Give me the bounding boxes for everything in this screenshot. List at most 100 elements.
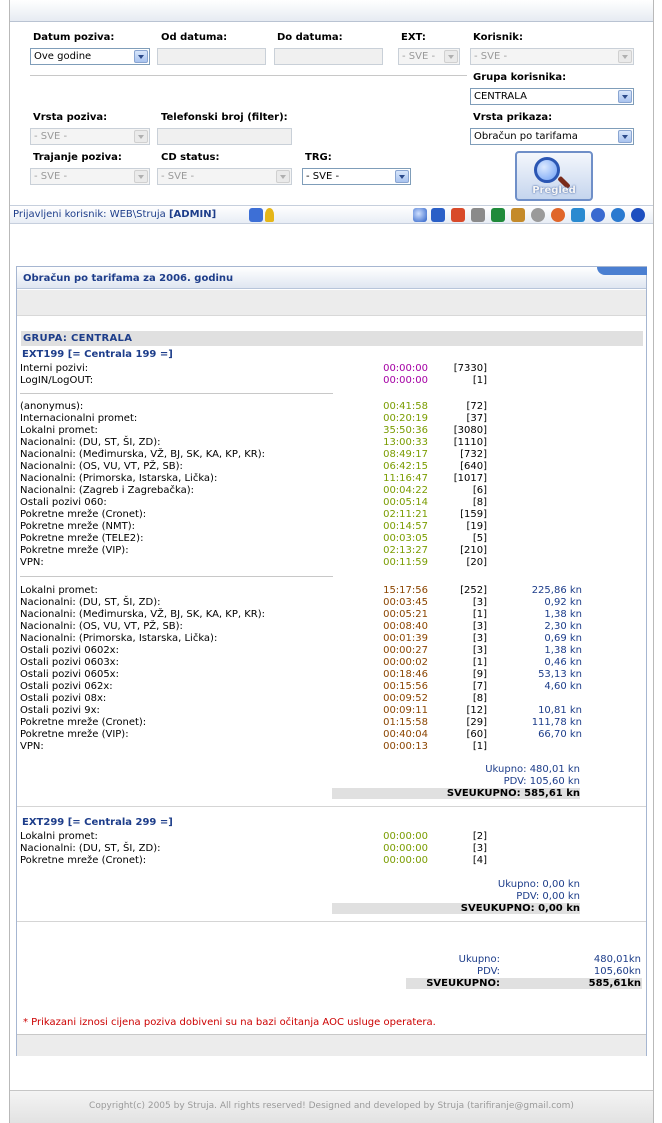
row-duration: 15:17:56 (383, 585, 428, 596)
row-count: [5] (472, 533, 487, 544)
excel-icon[interactable] (491, 208, 505, 222)
chevron-down-icon (618, 130, 632, 143)
row-name: Pokretne mreže (NMT): (20, 521, 135, 532)
table-row: Ostali pozivi 0603x: 00:00:02 [1] 0,46 kn (20, 657, 595, 669)
row-duration: 02:11:21 (383, 509, 428, 520)
report-panel: Obračun po tarifama za 2006. godinu GRUP… (16, 266, 647, 1056)
row-count: [1] (472, 375, 487, 386)
chevron-down-icon (134, 130, 148, 143)
row-duration: 00:18:46 (383, 669, 428, 680)
row-duration: 00:20:19 (383, 413, 428, 424)
row-duration: 00:05:21 (383, 609, 428, 620)
book-icon[interactable] (431, 208, 445, 222)
row-count: [6] (472, 485, 487, 496)
switch-user-icon[interactable] (249, 208, 263, 222)
od-datuma-input[interactable] (157, 48, 266, 65)
divider (17, 806, 646, 807)
row-duration: 00:01:39 (383, 633, 428, 644)
od-datuma-label: Od datuma: (161, 32, 228, 43)
row-price: 2,30 kn (544, 621, 582, 632)
divider (20, 393, 333, 394)
telefonski-broj-input[interactable] (157, 128, 292, 145)
grand-pdv-value: 105,60kn (593, 966, 641, 977)
vrsta-poziva-select[interactable]: - SVE - (30, 128, 150, 145)
table-row: VPN: 00:11:59 [20] (20, 557, 595, 569)
row-duration: 00:40:04 (383, 729, 428, 740)
search-icon[interactable] (413, 208, 427, 222)
users-icon[interactable] (511, 208, 525, 222)
aoc-note: * Prikazani iznosi cijena poziva dobiven… (23, 1017, 436, 1028)
row-count: [7330] (453, 363, 487, 374)
row-count: [3080] (453, 425, 487, 436)
row-duration: 00:15:56 (383, 681, 428, 692)
row-count: [3] (472, 843, 487, 854)
row-count: [159] (460, 509, 487, 520)
row-duration: 00:00:00 (383, 843, 428, 854)
row-name: Nacionalni: (DU, ST, ŠI, ZD): (20, 597, 161, 608)
row-price: 66,70 kn (538, 729, 582, 740)
help-icon[interactable] (631, 208, 645, 222)
divider (20, 576, 333, 577)
row-name: Lokalni promet: (20, 831, 98, 842)
print-icon[interactable] (471, 208, 485, 222)
grupa-korisnika-select[interactable]: CENTRALA (470, 88, 634, 105)
row-name: Ostali pozivi 0602x: (20, 645, 119, 656)
ext2-pdv: PDV: 0,00 kn (516, 891, 580, 902)
row-name: Pokretne mreže (TELE2): (20, 533, 144, 544)
chevron-down-icon (276, 170, 290, 183)
row-name: Nacionalni: (Zagreb i Zagrebačka): (20, 485, 195, 496)
row-price: 1,38 kn (544, 609, 582, 620)
row-name: Nacionalni: (DU, ST, ŠI, ZD): (20, 843, 161, 854)
row-duration: 35:50:36 (383, 425, 428, 436)
clock-icon[interactable] (551, 208, 565, 222)
app-frame: Datum poziva: Ove godine Od datuma: Do d… (9, 0, 654, 1123)
key-icon[interactable] (265, 208, 274, 222)
table-row: Ostali pozivi 060: 00:05:14 [8] (20, 497, 595, 509)
row-duration: 13:00:33 (383, 437, 428, 448)
table-row: Lokalni promet: 00:00:00 [2] (20, 831, 595, 843)
table-row: Internacionalni promet: 00:20:19 [37] (20, 413, 595, 425)
row-duration: 00:09:11 (383, 705, 428, 716)
row-name: Nacionalni: (Primorska, Istarska, Lička)… (20, 473, 218, 484)
table-row: Nacionalni: (Primorska, Istarska, Lička)… (20, 633, 595, 645)
row-count: [640] (460, 461, 487, 472)
row-count: [1] (472, 609, 487, 620)
refresh-icon[interactable] (571, 208, 585, 222)
trg-select[interactable]: - SVE - (302, 168, 411, 185)
table-row: Pokretne mreže (VIP): 02:13:27 [210] (20, 545, 595, 557)
row-name: Nacionalni: (Međimurska, VŽ, BJ, SK, KA,… (20, 449, 265, 460)
row-price: 225,86 kn (531, 585, 582, 596)
globe-icon[interactable] (611, 208, 625, 222)
row-count: [37] (466, 413, 487, 424)
row-name: Lokalni promet: (20, 585, 98, 596)
table-row: Nacionalni: (Međimurska, VŽ, BJ, SK, KA,… (20, 609, 595, 621)
table-row: Pokretne mreže (Cronet): 02:11:21 [159] (20, 509, 595, 521)
row-name: Nacionalni: (DU, ST, ŠI, ZD): (20, 437, 161, 448)
database-icon[interactable] (591, 208, 605, 222)
table-row: VPN: 00:00:13 [1] (20, 741, 595, 753)
ext1-sveukupno: SVEUKUPNO: 585,61 kn (332, 788, 580, 799)
row-name: (anonymus): (20, 401, 84, 412)
home-icon[interactable] (451, 208, 465, 222)
table-row: Nacionalni: (OS, VU, VT, PŽ, SB): 00:08:4… (20, 621, 595, 633)
table-row: Nacionalni: (DU, ST, ŠI, ZD): 13:00:33 [11… (20, 437, 595, 449)
divider (17, 921, 646, 922)
row-duration: 00:03:45 (383, 597, 428, 608)
row-count: [1110] (453, 437, 487, 448)
copyright-text: Copyright(c) 2005 by Struja. All rights … (89, 1101, 574, 1111)
cd-status-select[interactable]: - SVE - (157, 168, 292, 185)
ext-select[interactable]: - SVE - (398, 48, 460, 65)
pregled-button[interactable]: Pregled (515, 151, 593, 201)
row-name: Pokretne mreže (Cronet): (20, 855, 147, 866)
do-datuma-input[interactable] (274, 48, 383, 65)
row-count: [1] (472, 657, 487, 668)
settings-icon[interactable] (531, 208, 545, 222)
row-price: 0,69 kn (544, 633, 582, 644)
table-row: Ostali pozivi 0602x: 00:00:27 [3] 1,38 kn (20, 645, 595, 657)
vrsta-prikaza-select[interactable]: Obračun po tarifama (470, 128, 634, 145)
datum-poziva-select[interactable]: Ove godine (30, 48, 150, 65)
trajanje-poziva-select[interactable]: - SVE - (30, 168, 150, 185)
row-count: [3] (472, 633, 487, 644)
korisnik-select[interactable]: - SVE - (470, 48, 634, 65)
ext2-ukupno: Ukupno: 0,00 kn (497, 879, 580, 890)
